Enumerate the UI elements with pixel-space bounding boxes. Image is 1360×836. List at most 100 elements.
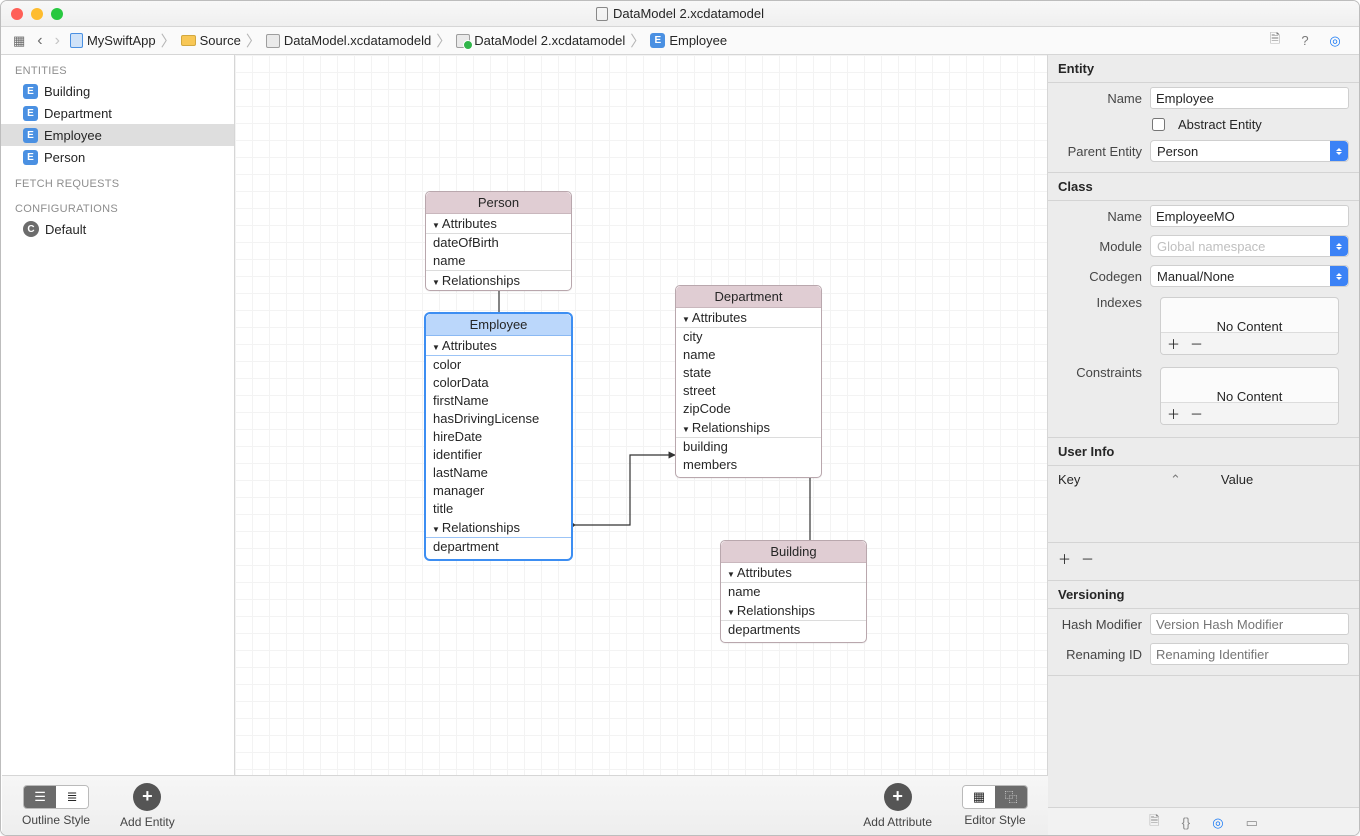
- close-button[interactable]: [11, 8, 23, 20]
- class-name-input[interactable]: [1150, 205, 1349, 227]
- codegen-select[interactable]: Manual/None: [1150, 265, 1349, 287]
- back-button[interactable]: ‹: [31, 32, 48, 50]
- relationship-row[interactable]: department: [426, 538, 571, 559]
- renaming-id-input[interactable]: [1150, 643, 1349, 665]
- disclosure-icon[interactable]: ▼: [727, 608, 735, 617]
- outline-label: Outline Style: [22, 813, 90, 827]
- key-header[interactable]: Key: [1058, 472, 1130, 488]
- outline-list-icon[interactable]: ☰: [24, 786, 56, 808]
- attribute-row[interactable]: name: [721, 583, 866, 601]
- attribute-row[interactable]: city: [676, 328, 821, 346]
- navigator: ENTITIES EBuilding EDepartment EEmployee…: [1, 55, 235, 836]
- attribute-row[interactable]: color: [426, 356, 571, 374]
- attribute-row[interactable]: state: [676, 364, 821, 382]
- remove-index-button[interactable]: －: [1190, 334, 1203, 353]
- file-inspector-icon[interactable]: 🗎: [1267, 33, 1283, 49]
- attribute-row[interactable]: zipCode: [676, 400, 821, 418]
- forward-button[interactable]: ›: [49, 32, 66, 50]
- inspector: Entity Name Abstract Entity Parent Entit…: [1047, 55, 1359, 836]
- abstract-checkbox[interactable]: [1152, 118, 1165, 131]
- sidebar-entity-department[interactable]: EDepartment: [1, 102, 234, 124]
- attribute-row[interactable]: manager: [426, 482, 571, 500]
- outline-tree-icon[interactable]: ≣: [56, 786, 88, 808]
- disclosure-icon[interactable]: ▼: [432, 278, 440, 287]
- datamodel-tab-icon[interactable]: ◎: [1212, 815, 1223, 831]
- editor-style-group: ▦⿻ Editor Style: [962, 785, 1028, 827]
- disclosure-icon[interactable]: ▼: [432, 343, 440, 352]
- window-title: DataModel 2.xcdatamodel: [63, 6, 1297, 21]
- graph-canvas[interactable]: Person ▼Attributes dateOfBirth name ▼Rel…: [235, 55, 1047, 836]
- table-editor-icon[interactable]: ▦: [963, 786, 995, 808]
- attributes-header: Attributes: [692, 310, 747, 325]
- related-items-button[interactable]: ▦: [7, 33, 31, 49]
- file-tab-icon[interactable]: 🗎: [1149, 812, 1159, 834]
- hash-modifier-input[interactable]: [1150, 613, 1349, 635]
- disclosure-icon[interactable]: ▼: [727, 570, 735, 579]
- remove-constraint-button[interactable]: －: [1190, 404, 1203, 423]
- entity-card-employee[interactable]: Employee ▼Attributes color colorData fir…: [425, 313, 572, 560]
- data-model-inspector-icon[interactable]: ◎: [1327, 33, 1343, 49]
- crumb-label: DataModel.xcdatamodeld: [284, 33, 431, 48]
- remove-userinfo-button[interactable]: －: [1081, 549, 1094, 568]
- help-icon[interactable]: ?: [1297, 33, 1313, 49]
- crumb-label: DataModel 2.xcdatamodel: [474, 33, 625, 48]
- add-constraint-button[interactable]: ＋: [1167, 404, 1180, 423]
- editor: Person ▼Attributes dateOfBirth name ▼Rel…: [235, 55, 1047, 836]
- disclosure-icon[interactable]: ▼: [432, 221, 440, 230]
- entity-icon: E: [650, 33, 665, 48]
- attribute-row[interactable]: firstName: [426, 392, 571, 410]
- userinfo-headers: Key ⌃ Value: [1048, 466, 1359, 508]
- editor-style-segmented[interactable]: ▦⿻: [962, 785, 1028, 809]
- crumb-model[interactable]: DataModel 2.xcdatamodel: [452, 33, 629, 48]
- relationship-row[interactable]: departments: [721, 621, 866, 642]
- outline-style-segmented[interactable]: ☰≣: [23, 785, 89, 809]
- hash-label: Hash Modifier: [1058, 617, 1142, 632]
- attribute-row[interactable]: name: [426, 252, 571, 270]
- value-header[interactable]: Value: [1221, 472, 1253, 488]
- attribute-row[interactable]: name: [676, 346, 821, 364]
- select-value: Manual/None: [1157, 269, 1234, 284]
- module-select[interactable]: Global namespace: [1150, 235, 1349, 257]
- attribute-row[interactable]: title: [426, 500, 571, 518]
- crumb-project[interactable]: MySwiftApp: [66, 33, 160, 48]
- graph-editor-icon[interactable]: ⿻: [995, 786, 1027, 808]
- attribute-row[interactable]: lastName: [426, 464, 571, 482]
- entity-card-building[interactable]: Building ▼Attributes name ▼Relationships…: [720, 540, 867, 643]
- relationship-row[interactable]: members: [676, 456, 821, 477]
- relationships-header: Relationships: [737, 603, 815, 618]
- disclosure-icon[interactable]: ▼: [682, 425, 690, 434]
- add-userinfo-button[interactable]: ＋: [1058, 549, 1071, 568]
- attribute-row[interactable]: identifier: [426, 446, 571, 464]
- sidebar-entity-employee[interactable]: EEmployee: [1, 124, 234, 146]
- minimize-button[interactable]: [31, 8, 43, 20]
- sidebar-config-default[interactable]: CDefault: [1, 218, 234, 240]
- inspector-tab-bar: 🗎 {} ◎ ▭: [1048, 807, 1359, 836]
- crumb-sep: 〉: [245, 30, 262, 51]
- history-tab-icon[interactable]: {}: [1182, 815, 1191, 830]
- sort-icon[interactable]: ⌃: [1170, 472, 1181, 488]
- crumb-modeld[interactable]: DataModel.xcdatamodeld: [262, 33, 435, 48]
- connectors: [235, 55, 1047, 655]
- attribute-row[interactable]: street: [676, 382, 821, 400]
- crumb-sep: 〉: [629, 30, 646, 51]
- entity-card-person[interactable]: Person ▼Attributes dateOfBirth name ▼Rel…: [425, 191, 572, 291]
- entity-card-department[interactable]: Department ▼Attributes city name state s…: [675, 285, 822, 478]
- crumb-entity[interactable]: EEmployee: [646, 33, 731, 48]
- add-index-button[interactable]: ＋: [1167, 334, 1180, 353]
- attribute-row[interactable]: dateOfBirth: [426, 234, 571, 252]
- attribute-row[interactable]: hasDrivingLicense: [426, 410, 571, 428]
- attribute-row[interactable]: colorData: [426, 374, 571, 392]
- sidebar-entity-person[interactable]: EPerson: [1, 146, 234, 168]
- crumb-folder[interactable]: Source: [177, 33, 245, 48]
- sidebar-entity-building[interactable]: EBuilding: [1, 80, 234, 102]
- entity-name-input[interactable]: [1150, 87, 1349, 109]
- add-attribute-button[interactable]: +: [884, 783, 912, 811]
- zoom-button[interactable]: [51, 8, 63, 20]
- bindings-tab-icon[interactable]: ▭: [1246, 815, 1258, 831]
- attribute-row[interactable]: hireDate: [426, 428, 571, 446]
- add-entity-button[interactable]: +: [133, 783, 161, 811]
- disclosure-icon[interactable]: ▼: [432, 525, 440, 534]
- disclosure-icon[interactable]: ▼: [682, 315, 690, 324]
- relationship-row[interactable]: building: [676, 438, 821, 456]
- parent-entity-select[interactable]: Person: [1150, 140, 1349, 162]
